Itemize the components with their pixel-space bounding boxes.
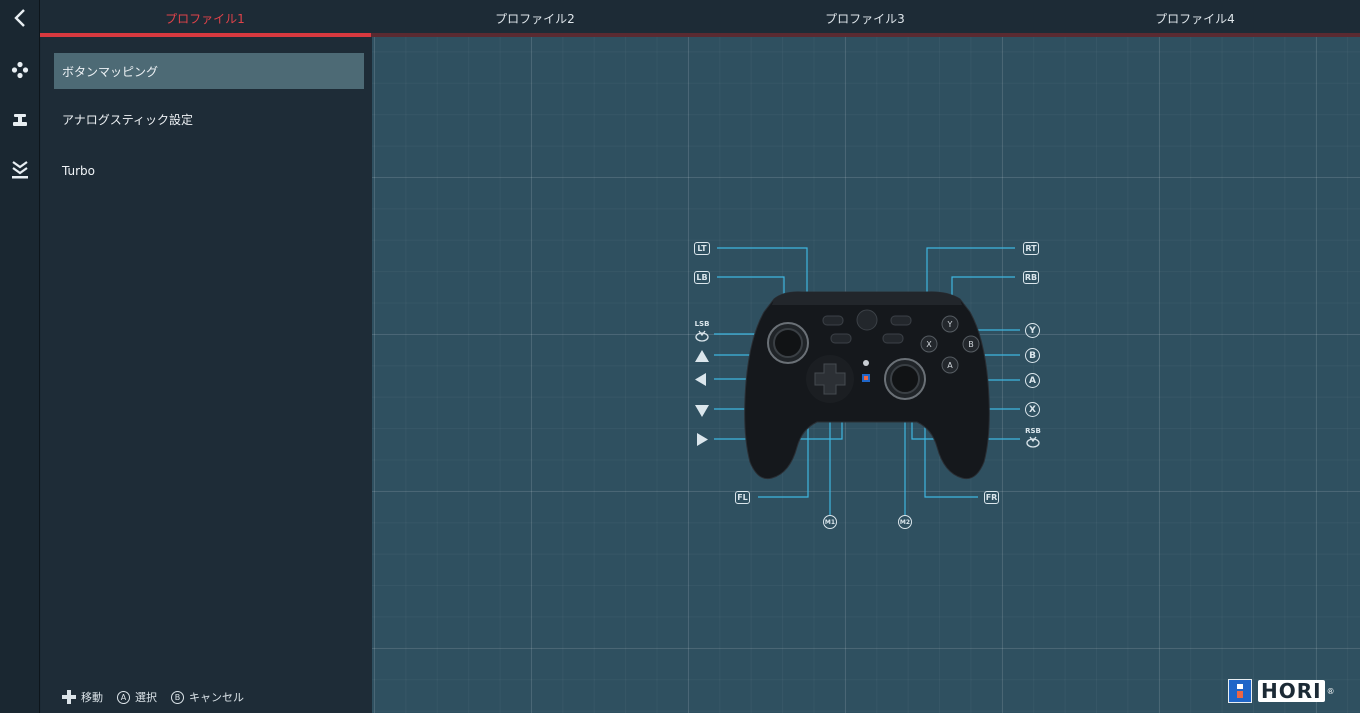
- back-chevron-icon: [14, 9, 25, 27]
- a-button-label: A: [1025, 373, 1040, 388]
- rail-analog-stick[interactable]: [0, 105, 40, 135]
- joystick-icon: [13, 114, 27, 126]
- control-hints: 移動 A 選択 B キャンセル: [62, 687, 258, 707]
- side-rail: [0, 0, 40, 713]
- hint-cancel: B キャンセル: [171, 689, 244, 705]
- svg-text:B: B: [968, 340, 974, 349]
- svg-text:Y: Y: [947, 320, 953, 329]
- hori-wordmark: HORI: [1258, 680, 1325, 702]
- back-button[interactable]: [0, 0, 40, 36]
- rsb-label: RSB: [1025, 427, 1041, 435]
- lb-label: LB: [694, 271, 710, 284]
- fl-label: FL: [735, 491, 750, 504]
- menu-item-analog-stick[interactable]: アナログスティック設定: [54, 101, 364, 137]
- hint-cancel-label: キャンセル: [189, 691, 244, 704]
- gamepad-dpad-icon: [11, 61, 29, 79]
- hint-move-label: 移動: [81, 691, 103, 704]
- tab-profile-1[interactable]: プロファイル1: [40, 0, 370, 37]
- rb-label: RB: [1023, 271, 1039, 284]
- y-button-label: Y: [1025, 323, 1040, 338]
- b-button-icon: B: [171, 690, 184, 704]
- turbo-chevrons-icon: [12, 161, 28, 179]
- b-button-label: B: [1025, 348, 1040, 363]
- fr-label: FR: [984, 491, 999, 504]
- hint-move: 移動: [62, 689, 103, 705]
- registered-mark: ®: [1326, 686, 1335, 696]
- tab-profile-3[interactable]: プロファイル3: [700, 0, 1030, 37]
- menu-item-button-mapping[interactable]: ボタンマッピング: [54, 53, 364, 89]
- x-button-label: X: [1025, 402, 1040, 417]
- lsb-label: LSB: [694, 320, 710, 328]
- svg-text:X: X: [926, 340, 932, 349]
- settings-menu: ボタンマッピング アナログスティック設定 Turbo: [41, 37, 372, 713]
- rail-button-mapping[interactable]: [0, 55, 40, 85]
- controller-diagram: YB AX LT LB RT RB LSB RSB Y B A X FL FR …: [372, 37, 1360, 713]
- controller-illustration: YB AX: [695, 247, 1040, 515]
- hori-mark-icon: [1228, 679, 1252, 703]
- rt-label: RT: [1023, 242, 1039, 255]
- m1-label: M1: [823, 515, 837, 529]
- profile-tabs: プロファイル1 プロファイル2 プロファイル3 プロファイル4: [40, 0, 1360, 37]
- rail-turbo[interactable]: [0, 155, 40, 185]
- hint-select: A 選択: [117, 689, 157, 705]
- hori-logo: HORI ®: [1228, 678, 1335, 704]
- hint-select-label: 選択: [135, 691, 157, 704]
- tab-profile-2[interactable]: プロファイル2: [370, 0, 700, 37]
- svg-text:A: A: [947, 361, 953, 370]
- dpad-cross-icon: [62, 690, 76, 704]
- tab-profile-4[interactable]: プロファイル4: [1030, 0, 1360, 37]
- menu-item-turbo[interactable]: Turbo: [54, 153, 364, 189]
- lt-label: LT: [694, 242, 710, 255]
- m2-label: M2: [898, 515, 912, 529]
- a-button-icon: A: [117, 690, 130, 704]
